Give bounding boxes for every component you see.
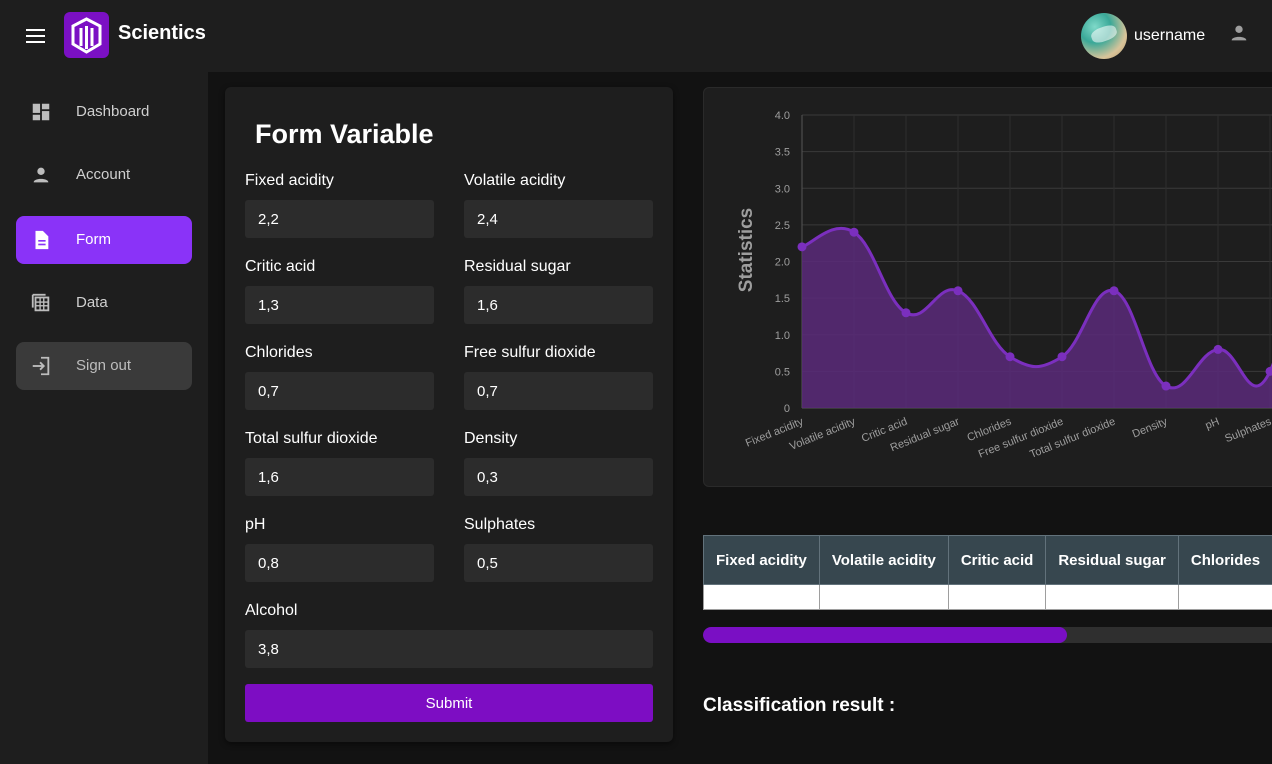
sign-out-icon: [30, 355, 52, 377]
table-cell: [947, 584, 1047, 610]
classification-result-label: Classification result :: [703, 695, 896, 716]
sidebar-item-label: Dashboard: [76, 103, 150, 120]
table-icon: [30, 292, 52, 314]
fixed-acidity-input[interactable]: [245, 200, 434, 238]
table-cell: [703, 584, 820, 610]
volatile-acidity-input[interactable]: [464, 200, 653, 238]
submit-button[interactable]: Submit: [245, 684, 653, 722]
residual-sugar-input[interactable]: [464, 286, 653, 324]
y-tick-label: 1.0: [775, 330, 790, 342]
density-input[interactable]: [464, 458, 653, 496]
logo-icon: [64, 12, 109, 58]
y-tick-label: 1.5: [775, 293, 790, 305]
y-tick-label: 3.5: [775, 147, 790, 159]
table-header-cell: Volatile acidity: [818, 535, 949, 585]
form-card: Form Variable Fixed acidity Volatile aci…: [225, 87, 673, 742]
data-point[interactable]: [797, 242, 807, 252]
data-point[interactable]: [953, 286, 963, 296]
chlorides-input[interactable]: [245, 372, 434, 410]
y-tick-label: 2.5: [775, 220, 790, 232]
table-header-cell: Chlorides: [1177, 535, 1272, 585]
y-tick-label: 4.0: [775, 110, 790, 122]
data-point[interactable]: [1161, 381, 1171, 391]
person-icon[interactable]: [1228, 22, 1250, 44]
data-table: Fixed acidity Volatile acidity Critic acid…: [703, 535, 1272, 610]
sidebar-item-sign-out[interactable]: Sign out: [16, 342, 192, 390]
brand-name: Scientics: [118, 22, 206, 44]
sidebar: Dashboard Account Form Data Sign out: [0, 72, 208, 764]
y-tick-label: 0: [784, 403, 790, 415]
free-sulfur-dioxide-input[interactable]: [464, 372, 653, 410]
data-point[interactable]: [849, 227, 859, 237]
data-point[interactable]: [1213, 344, 1223, 354]
field-label-critic-acid: Critic acid: [245, 258, 316, 275]
x-tick-label: Sulphates: [1223, 415, 1272, 445]
field-label-ph: pH: [245, 516, 266, 533]
area-chart: 00.51.01.52.02.53.03.54.0 Fixed acidityV…: [736, 110, 1272, 461]
field-label-volatile-acidity: Volatile acidity: [464, 172, 566, 189]
sidebar-item-dashboard[interactable]: Dashboard: [16, 88, 192, 136]
data-point[interactable]: [901, 308, 911, 318]
critic-acid-input[interactable]: [245, 286, 434, 324]
sidebar-item-form[interactable]: Form: [16, 216, 192, 264]
field-label-residual-sugar: Residual sugar: [464, 258, 571, 275]
chart-card: 0 0.5 1.0 1.5 2.0 2.5 3.0 3.5 4.0 Fixed acidity V…: [703, 87, 1272, 487]
table-cell: [818, 584, 949, 610]
x-tick-label: pH: [1204, 416, 1222, 432]
sidebar-item-label: Data: [76, 294, 108, 311]
field-label-chlorides: Chlorides: [245, 344, 313, 361]
y-tick-label: 2.0: [775, 257, 790, 269]
progress-bar-fill: [703, 627, 1068, 643]
field-label-alcohol: Alcohol: [245, 602, 298, 619]
table-header-cell: Critic acid: [947, 535, 1047, 585]
sidebar-item-label: Account: [76, 166, 131, 183]
field-label-density: Density: [464, 430, 518, 447]
form-title: Form Variable: [255, 119, 434, 149]
sidebar-item-label: Form: [76, 231, 111, 248]
data-table-container: Fixed acidity Volatile acidity Critic acid…: [703, 535, 1272, 610]
data-point[interactable]: [1265, 366, 1272, 376]
dashboard-icon: [30, 101, 52, 123]
y-tick-label: 3.0: [775, 183, 790, 195]
document-icon: [30, 229, 52, 251]
table-header-cell: Residual sugar: [1045, 535, 1179, 585]
data-point[interactable]: [1109, 286, 1119, 296]
sulphates-input[interactable]: [464, 544, 653, 582]
data-point[interactable]: [1057, 352, 1067, 362]
table-cell: [1045, 584, 1179, 610]
table-cell: [1177, 584, 1272, 610]
field-label-sulphates: Sulphates: [464, 516, 536, 533]
x-tick-label: Density: [1131, 415, 1170, 440]
field-label-free-sulfur-dioxide: Free sulfur dioxide: [464, 344, 596, 361]
username-label: username: [1134, 27, 1206, 44]
total-sulfur-dioxide-input[interactable]: [245, 458, 434, 496]
ph-input[interactable]: [245, 544, 434, 582]
app-bar: Scientics username: [0, 0, 1272, 72]
sidebar-item-label: Sign out: [76, 357, 132, 374]
sidebar-item-account[interactable]: Account: [16, 151, 192, 199]
menu-icon[interactable]: [24, 24, 48, 48]
table-header-cell: Fixed acidity: [703, 535, 820, 585]
sidebar-item-data[interactable]: Data: [16, 279, 192, 327]
alcohol-input[interactable]: [245, 630, 653, 668]
avatar[interactable]: [1081, 13, 1127, 59]
person-icon: [30, 164, 52, 186]
field-label-fixed-acidity: Fixed acidity: [245, 172, 334, 189]
progress-bar: [703, 627, 1272, 643]
y-axis-label: Statistics: [736, 208, 757, 292]
data-point[interactable]: [1005, 352, 1015, 362]
y-tick-label: 0.5: [775, 366, 790, 378]
field-label-total-sulfur-dioxide: Total sulfur dioxide: [245, 430, 378, 447]
